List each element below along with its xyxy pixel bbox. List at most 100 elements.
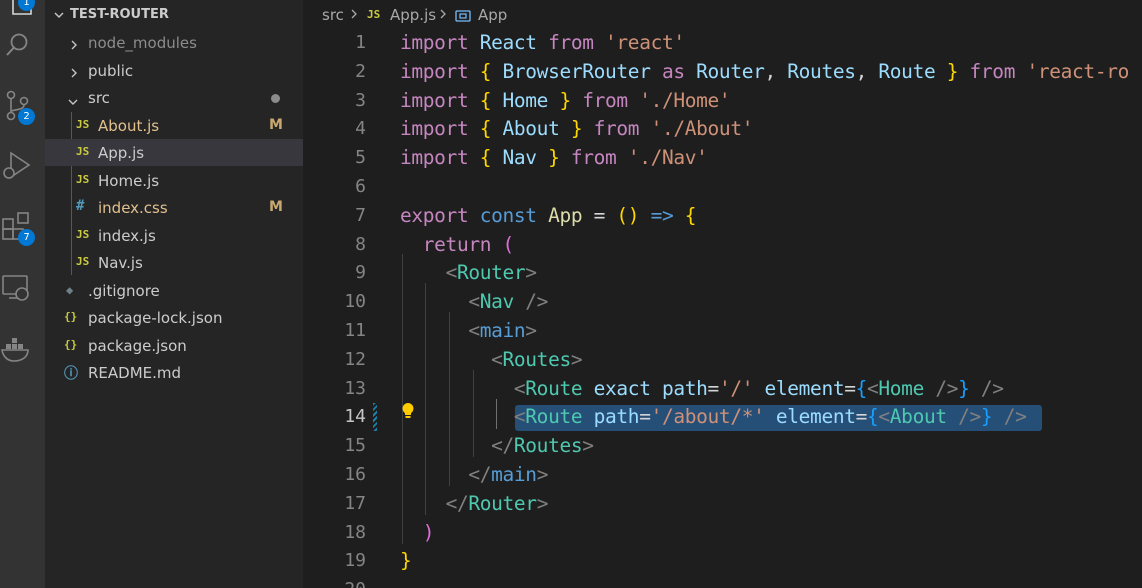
code-token: return	[422, 232, 503, 256]
tree-item-gitignore[interactable]: ◆ .gitignore	[45, 277, 303, 304]
code-token: Route	[525, 405, 594, 429]
js-file-icon: JS	[367, 8, 381, 21]
code-text: <Nav />	[400, 290, 548, 313]
line-number: 2	[355, 60, 366, 82]
tree-item-index-css[interactable]: # index.css M	[45, 194, 303, 221]
git-status-badge: M	[269, 117, 283, 133]
code-line[interactable]: 4 import { About } from './About'	[303, 114, 1142, 143]
code-token: >	[525, 319, 537, 342]
code-line[interactable]: 10 <Nav />	[303, 287, 1142, 316]
code-line[interactable]: 11 <main>	[303, 316, 1142, 345]
code-line[interactable]: 9 <Router>	[303, 258, 1142, 287]
line-number: 9	[355, 262, 366, 284]
breadcrumb-folder[interactable]: src	[322, 6, 344, 24]
remote-explorer-icon[interactable]	[0, 268, 45, 316]
js-file-icon: JS	[76, 228, 90, 241]
js-file-icon: JS	[76, 255, 90, 268]
explorer-section-header[interactable]: TEST-ROUTER	[45, 0, 303, 28]
tree-item-app-js[interactable]: JS App.js	[45, 139, 303, 166]
code-token: from	[548, 31, 606, 54]
code-token: =	[639, 405, 651, 429]
tree-item-node-modules[interactable]: node_modules	[45, 29, 303, 56]
code-line[interactable]: 18 )	[303, 518, 1142, 547]
tree-item-nav-js[interactable]: JS Nav.js	[45, 249, 303, 276]
js-file-icon: JS	[76, 118, 90, 131]
tree-item-label: App.js	[98, 144, 145, 162]
code-token: Routes	[513, 434, 583, 458]
chevron-right-icon	[69, 64, 79, 83]
code-token: </	[468, 463, 492, 486]
code-line[interactable]: 1 import React from 'react'	[303, 28, 1142, 57]
code-token: <	[513, 376, 526, 400]
js-file-icon: JS	[76, 145, 90, 158]
line-number: 12	[344, 348, 366, 370]
breadcrumb-file[interactable]: App.js	[390, 6, 436, 24]
code-token: =	[855, 405, 868, 429]
code-token: =	[844, 376, 856, 400]
docker-icon[interactable]	[0, 328, 45, 376]
code-text: <Router>	[400, 261, 537, 284]
code-text: import { Nav } from './Nav'	[400, 146, 708, 169]
tree-item-package-json[interactable]: {} package.json	[45, 332, 303, 359]
line-number: 14	[344, 406, 366, 428]
code-token: Router	[696, 59, 765, 83]
code-token: import	[400, 146, 480, 170]
breadcrumb-symbol[interactable]: App	[478, 6, 507, 24]
code-token: =	[593, 203, 617, 227]
tree-item-home-js[interactable]: JS Home.js	[45, 167, 303, 194]
info-file-icon: ⓘ	[64, 366, 78, 382]
line-number: 10	[344, 291, 366, 313]
code-token: <	[445, 261, 458, 285]
code-line[interactable]: 20	[303, 575, 1142, 588]
code-line[interactable]: 17 </Router>	[303, 489, 1142, 518]
code-area[interactable]: 1 import React from 'react' 2 import { Brow…	[303, 28, 1142, 588]
code-token: {	[479, 59, 503, 83]
line-number: 8	[355, 233, 366, 255]
search-icon[interactable]	[0, 22, 45, 70]
code-token: from	[570, 146, 628, 170]
code-line[interactable]: 14 <Route path='/about/*' element={<Abou…	[303, 402, 1142, 431]
code-line[interactable]: 3 import { Home } from './Home'	[303, 86, 1142, 115]
code-token: ()	[616, 203, 651, 227]
run-debug-icon[interactable]	[0, 145, 45, 193]
code-line[interactable]: 6	[303, 172, 1142, 201]
tree-item-label: package.json	[88, 337, 187, 355]
tree-item-public[interactable]: public	[45, 57, 303, 84]
code-token: =>	[650, 203, 685, 227]
tree-item-package-lock-json[interactable]: {} package-lock.json	[45, 304, 303, 331]
code-line[interactable]: 8 return (	[303, 230, 1142, 259]
code-token: }	[958, 376, 981, 400]
tree-item-label: README.md	[88, 364, 182, 382]
code-line[interactable]: 2 import { BrowserRouter as Router, Route…	[303, 57, 1142, 86]
code-line[interactable]: 15 </Routes>	[303, 431, 1142, 460]
chevron-right-icon	[349, 6, 359, 26]
code-line[interactable]: 16 </main>	[303, 460, 1142, 489]
line-number: 20	[303, 579, 366, 588]
code-token: Router	[468, 491, 537, 515]
code-text: )	[400, 521, 435, 544]
code-token: './Nav'	[627, 146, 708, 170]
tree-item-index-js[interactable]: JS index.js	[45, 222, 303, 249]
code-token: <	[513, 405, 526, 429]
tree-item-src[interactable]: src	[45, 84, 303, 111]
code-line[interactable]: 5 import { Nav } from './Nav'	[303, 143, 1142, 172]
line-number: 5	[355, 147, 366, 169]
code-token: }	[946, 59, 970, 83]
line-number: 6	[355, 176, 366, 197]
code-line[interactable]: 12 <Routes>	[303, 345, 1142, 374]
code-line[interactable]: 13 <Route exact path='/' element={<Home …	[303, 374, 1142, 403]
json-file-icon: {}	[64, 310, 78, 323]
code-line[interactable]: 19}	[303, 546, 1142, 575]
code-token: Nav	[502, 146, 549, 170]
code-line[interactable]: 7 export const App = () => {	[303, 201, 1142, 230]
js-file-icon: JS	[76, 173, 90, 186]
tree-item-readme-md[interactable]: ⓘ README.md	[45, 359, 303, 386]
tree-item-about-js[interactable]: JS About.js M	[45, 112, 303, 139]
line-number: 11	[344, 320, 366, 341]
json-file-icon: {}	[64, 338, 78, 351]
